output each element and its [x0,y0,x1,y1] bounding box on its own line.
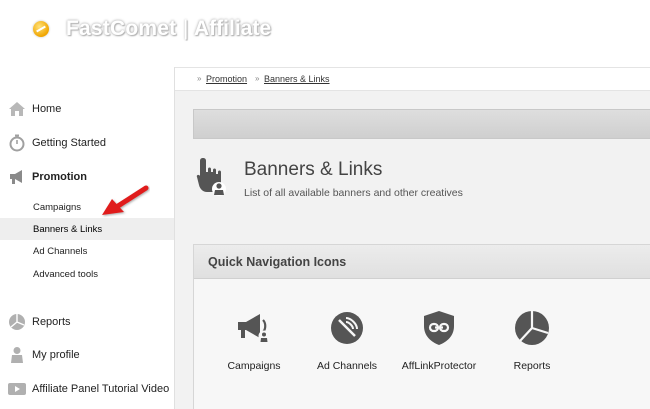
user-icon [11,347,23,363]
satellite-dish-icon [331,312,363,344]
quick-nav-reports[interactable]: Reports [487,310,577,380]
pointer-hand-user-icon [196,158,226,196]
red-arrow-annotation [102,185,149,215]
sidebar-subitem-label: Campaigns [33,201,82,213]
brand-product: Affiliate [194,17,272,40]
sidebar-item-home[interactable]: Home [0,95,174,123]
quick-navigation-panel: Quick Navigation Icons Campaigns Ad Chan… [193,244,650,409]
sidebar-item-label: Affiliate Panel Tutorial Video [32,383,170,395]
sidebar: Home Getting Started Promotion Campaigns… [0,62,174,409]
sidebar-subitem-advanced-tools[interactable]: Advanced tools [0,263,174,285]
shield-link-icon [424,311,454,345]
home-icon [9,102,25,116]
quick-nav-ad-channels[interactable]: Ad Channels [302,310,392,380]
megaphone-icon [238,314,270,342]
sidebar-subitem-banners-links[interactable]: Banners & Links [0,218,174,240]
quick-nav-label: Campaigns [227,360,281,372]
sidebar-subitem-ad-channels[interactable]: Ad Channels [0,240,174,262]
sidebar-item-label: Getting Started [32,137,106,149]
quick-nav-campaigns[interactable]: Campaigns [209,310,299,380]
quick-nav-label: Reports [513,360,551,372]
top-bar [193,109,650,139]
brand-separator: | [183,17,189,40]
panel-title: Quick Navigation Icons [208,255,347,269]
megaphone-icon [10,170,22,184]
pie-chart-icon [515,311,549,345]
sidebar-subitem-label: Ad Channels [33,245,88,257]
sidebar-item-label: My profile [32,349,80,361]
breadcrumb-banners-links[interactable]: Banners & Links [264,74,330,84]
sidebar-subitem-label: Advanced tools [33,268,98,280]
logo-icon [33,21,49,37]
panel-header: Quick Navigation Icons [194,245,650,279]
breadcrumb-separator: » [255,74,260,83]
quick-nav-label: Ad Channels [316,360,378,372]
quick-nav-label: AffLinkProtector [401,360,477,372]
sidebar-item-label: Reports [32,316,71,328]
sidebar-item-label: Home [32,103,62,115]
stopwatch-icon [9,134,25,152]
main-content: » Promotion » Banners & Links Banners & … [174,67,650,409]
sidebar-subitem-label: Banners & Links [33,223,103,235]
page-description: List of all available banners and other … [244,187,463,199]
breadcrumb-separator: » [197,74,202,83]
pie-chart-icon [9,314,25,330]
sidebar-item-tutorial-video[interactable]: Affiliate Panel Tutorial Video [0,375,174,403]
breadcrumb-promotion[interactable]: Promotion [206,74,247,84]
quick-nav-afflinkprotector[interactable]: AffLinkProtector [394,310,484,380]
breadcrumb: » Promotion » Banners & Links [175,67,650,91]
sidebar-item-my-profile[interactable]: My profile [0,341,174,369]
sidebar-item-getting-started[interactable]: Getting Started [0,129,174,157]
sidebar-item-label: Promotion [32,171,87,183]
page-title: Banners & Links [244,159,383,180]
brand-name: FastComet [66,17,177,40]
sidebar-item-reports[interactable]: Reports [0,308,174,336]
header: FastComet | Affiliate [0,0,650,62]
video-icon [8,383,26,395]
